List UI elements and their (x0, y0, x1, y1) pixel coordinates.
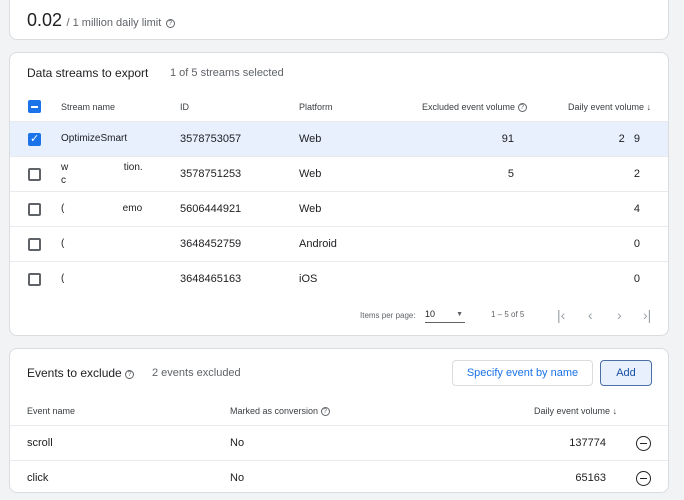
events-card: Events to exclude ? 2 events excluded Sp… (9, 348, 669, 493)
quota-value: 0.02 (27, 10, 63, 30)
header-event-daily-label: Daily event volume (534, 406, 611, 416)
header-daily[interactable]: Daily event volume ↓ (568, 102, 651, 112)
daily-volume: 2 9 (618, 133, 640, 145)
arrow-down-icon: ↓ (612, 406, 618, 416)
help-icon[interactable]: ? (165, 19, 175, 28)
header-event-name[interactable]: Event name (27, 406, 75, 416)
dropdown-arrow-icon: ▼ (456, 311, 463, 318)
stream-platform: iOS (299, 273, 318, 285)
header-platform[interactable]: Platform (299, 102, 333, 112)
header-event-daily[interactable]: Daily event volume ↓ (534, 406, 617, 416)
stream-name: ( (61, 238, 65, 249)
header-excluded[interactable]: Excluded event volume ? (422, 102, 527, 112)
streams-title: Data streams to export (27, 66, 149, 80)
table-row[interactable]: ( 3648465163 iOS 0 (10, 261, 668, 296)
stream-name: ( (61, 273, 65, 284)
arrow-down-icon: ↓ (646, 102, 652, 112)
event-daily-volume: 65163 (575, 472, 606, 484)
help-icon[interactable]: ? (517, 103, 527, 112)
header-id[interactable]: ID (180, 102, 189, 112)
header-stream-name[interactable]: Stream name (61, 102, 115, 112)
event-conversion: No (230, 472, 245, 484)
stream-id: 3648465163 (180, 273, 242, 285)
remove-event-icon[interactable] (636, 436, 651, 451)
streams-card: Data streams to export 1 of 5 streams se… (9, 52, 669, 336)
items-per-page-value: 10 (425, 309, 436, 319)
stream-name: ( emo (61, 203, 143, 214)
excluded-volume: 5 (507, 168, 514, 180)
stream-id: 3648452759 (180, 238, 242, 250)
table-row[interactable]: ( 3648452759 Android 0 (10, 226, 668, 261)
row-checkbox[interactable] (28, 273, 41, 286)
stream-name-line2: c (61, 175, 66, 186)
stream-id: 5606444921 (180, 203, 242, 215)
help-icon[interactable]: ? (125, 370, 135, 379)
stream-platform: Web (299, 203, 322, 215)
check-icon: ✓ (30, 133, 40, 145)
event-name: scroll (27, 437, 53, 449)
stream-platform: Android (299, 238, 337, 250)
streams-selected-count: 1 of 5 streams selected (170, 67, 284, 79)
header-conversion-label: Marked as conversion (230, 406, 319, 416)
header-excluded-label: Excluded event volume (422, 102, 516, 112)
stream-platform: Web (299, 168, 322, 180)
stream-platform: Web (299, 133, 322, 145)
table-row[interactable]: ✓ OptimizeSmart 3578753057 Web 91 2 9 (10, 121, 668, 156)
specify-event-button[interactable]: Specify event by name (452, 360, 593, 386)
row-checkbox[interactable]: ✓ (28, 133, 41, 146)
quota-text: 0.02 / 1 million daily limit ? (27, 10, 175, 31)
daily-volume: 0 (633, 273, 640, 285)
page-range: 1 – 5 of 5 (491, 310, 525, 319)
stream-name: OptimizeSmart (61, 133, 128, 144)
last-page-icon[interactable]: ›| (643, 307, 651, 323)
daily-volume: 0 (633, 238, 640, 250)
row-checkbox[interactable] (28, 238, 41, 251)
add-button[interactable]: Add (600, 360, 652, 386)
event-conversion: No (230, 437, 245, 449)
help-icon[interactable]: ? (320, 407, 330, 416)
event-row: click No 65163 (10, 460, 668, 492)
stream-id: 3578753057 (180, 133, 242, 145)
daily-volume: 4 (633, 203, 640, 215)
excluded-volume: 91 (501, 133, 514, 145)
header-daily-label: Daily event volume (568, 102, 645, 112)
quota-limit: / 1 million daily limit (66, 17, 162, 29)
table-row[interactable]: w tion. c 3578751253 Web 5 2 (10, 156, 668, 191)
prev-page-icon[interactable]: ‹ (588, 307, 593, 323)
items-per-page-select[interactable]: 10 ▼ (425, 309, 465, 323)
select-all-checkbox[interactable] (28, 100, 41, 113)
daily-volume: 2 (633, 168, 640, 180)
stream-name: w tion. (61, 162, 143, 173)
table-row[interactable]: ( emo 5606444921 Web 4 (10, 191, 668, 226)
items-per-page-label: Items per page: (360, 311, 416, 320)
quota-card: 0.02 / 1 million daily limit ? (9, 0, 669, 40)
stream-id: 3578751253 (180, 168, 242, 180)
first-page-icon[interactable]: |‹ (557, 307, 565, 323)
event-daily-volume: 137774 (569, 437, 606, 449)
row-checkbox[interactable] (28, 168, 41, 181)
event-row: scroll No 137774 (10, 425, 668, 460)
row-checkbox[interactable] (28, 203, 41, 216)
events-title-label: Events to exclude (27, 366, 122, 380)
header-conversion[interactable]: Marked as conversion ? (230, 406, 330, 416)
next-page-icon[interactable]: › (617, 307, 622, 323)
remove-event-icon[interactable] (636, 471, 651, 486)
event-name: click (27, 472, 49, 484)
events-title: Events to exclude ? (27, 366, 135, 380)
events-excluded-count: 2 events excluded (152, 367, 241, 379)
